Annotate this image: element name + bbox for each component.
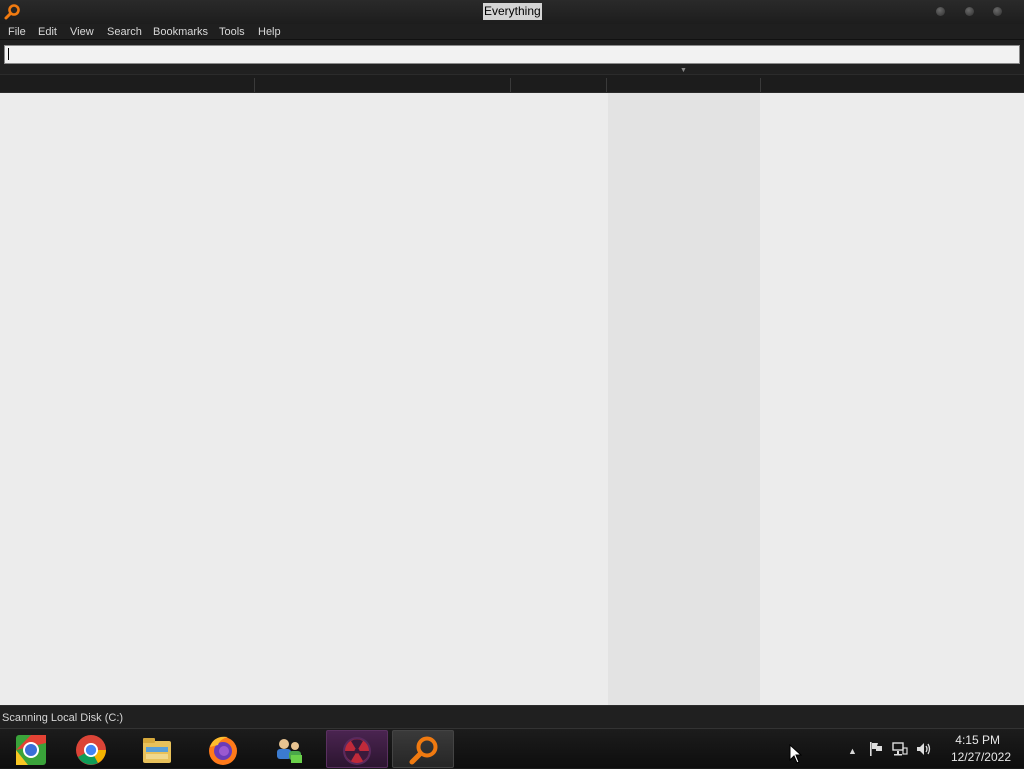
menu-file[interactable]: File [8,25,26,39]
taskbar: ▲ 4:15 PM 12/27/2022 [0,728,1024,768]
folder-icon [143,738,171,763]
sorted-column-highlight [608,93,760,705]
menu-tools[interactable]: Tools [219,25,245,39]
column-headers [0,74,1024,93]
maximize-button[interactable] [965,7,974,16]
taskbar-chrome[interactable] [60,730,122,768]
menu-help[interactable]: Help [258,25,281,39]
network-users-icon [277,739,302,763]
menu-bookmarks[interactable]: Bookmarks [153,25,208,39]
clock-time[interactable]: 4:15 PM [955,733,1000,747]
column-divider[interactable] [606,78,607,92]
status-bar: Scanning Local Disk (C:) [0,705,1024,728]
volume-icon[interactable] [916,741,932,757]
everything-search-icon [409,736,438,765]
column-divider[interactable] [760,78,761,92]
everything-window: Everything File Edit View Search Bookmar… [0,0,1024,728]
firefox-icon [209,736,237,765]
taskbar-chromium[interactable] [0,730,62,768]
radiation-app-icon [343,737,371,765]
column-divider[interactable] [510,78,511,92]
show-hidden-icons-icon[interactable]: ▲ [848,744,857,758]
chrome-icon [76,735,106,765]
magnifier-app-icon [4,4,20,20]
network-icon[interactable] [892,741,908,757]
window-title: Everything [483,3,542,20]
taskbar-network-users[interactable] [258,730,320,768]
menu-search[interactable]: Search [107,25,142,39]
flag-icon[interactable] [868,741,884,757]
chromium-icon [16,735,46,765]
mouse-cursor-icon [789,744,803,764]
status-text: Scanning Local Disk (C:) [2,712,124,724]
menu-edit[interactable]: Edit [38,25,57,39]
minimize-button[interactable] [936,7,945,16]
taskbar-file-explorer[interactable] [126,730,188,768]
taskbar-firefox[interactable] [192,730,254,768]
title-bar[interactable]: Everything [0,0,1024,24]
menu-view[interactable]: View [70,25,94,39]
results-list[interactable] [0,93,1024,705]
search-row [0,40,1024,68]
column-divider[interactable] [254,78,255,92]
system-tray: ▲ 4:15 PM 12/27/2022 [840,729,1024,769]
search-input[interactable] [4,45,1020,64]
text-caret [8,48,9,60]
taskbar-radiation-app[interactable] [326,730,388,768]
close-button[interactable] [993,7,1002,16]
taskbar-everything[interactable] [392,730,454,768]
clock-date[interactable]: 12/27/2022 [951,750,1011,764]
menu-bar: File Edit View Search Bookmarks Tools He… [0,24,1024,40]
